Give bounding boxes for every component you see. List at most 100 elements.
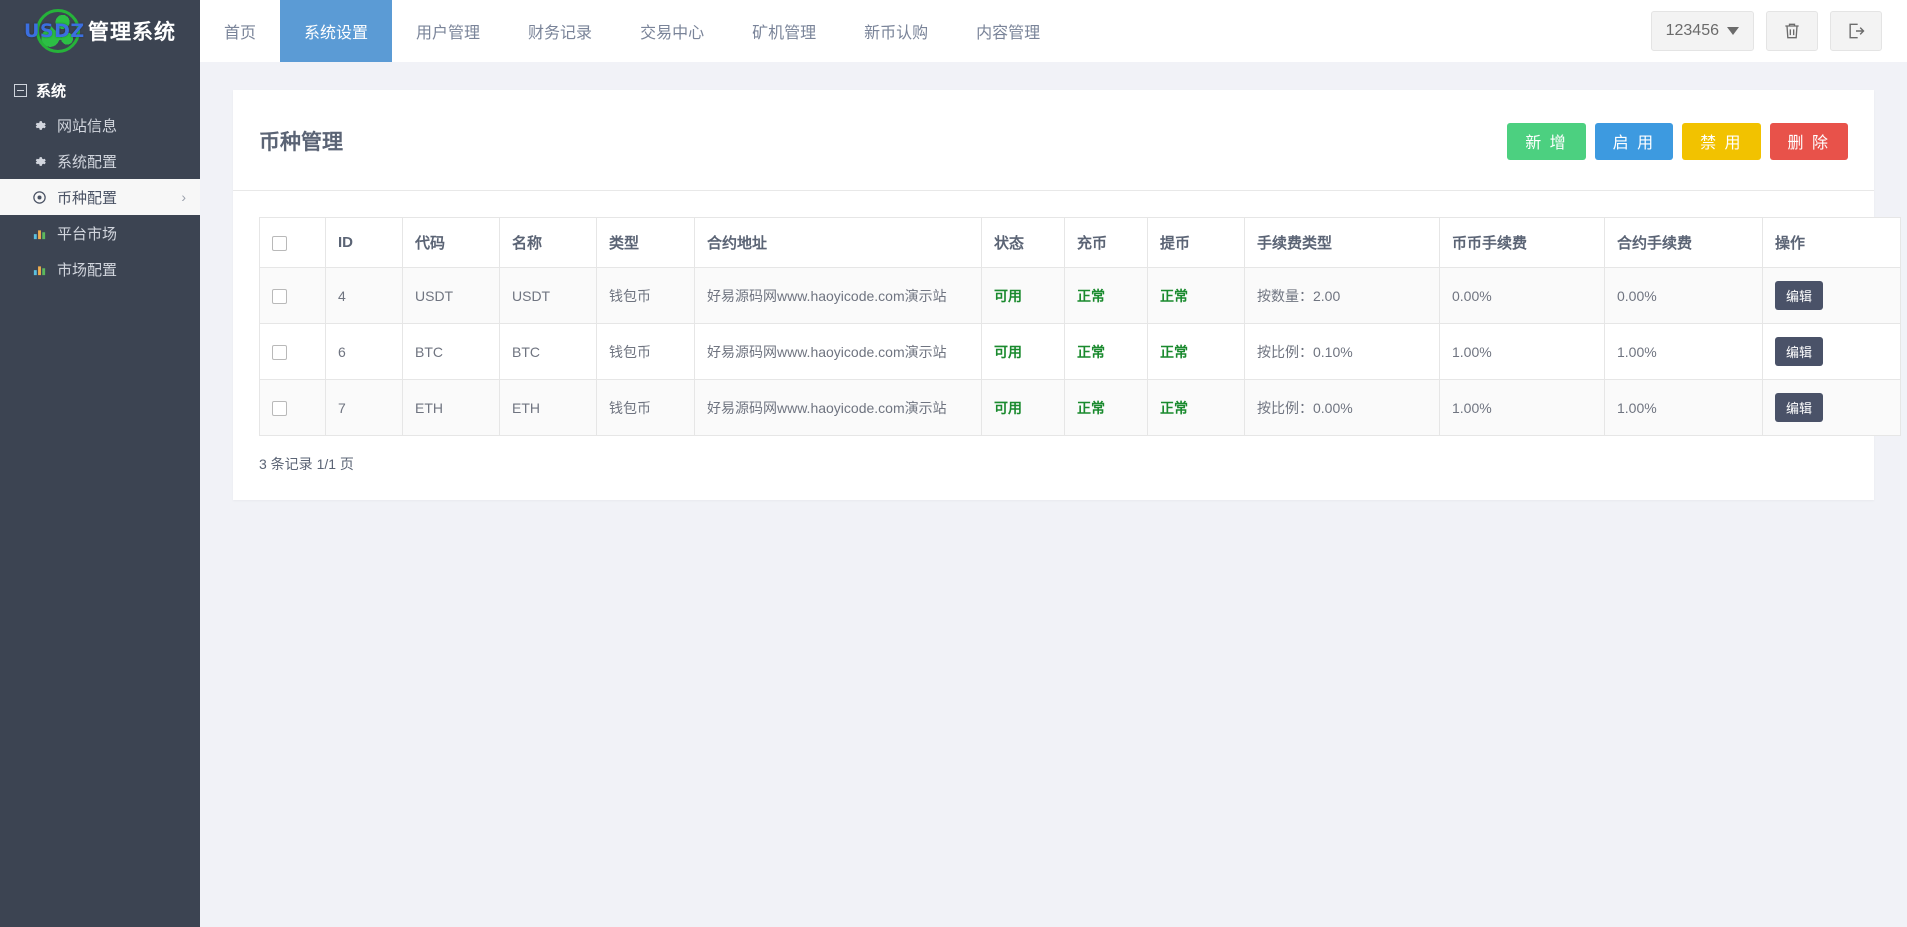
cell-name: BTC <box>499 323 597 381</box>
cell-withdraw: 正常 <box>1147 379 1245 437</box>
action-button-1[interactable]: 启 用 <box>1594 122 1674 160</box>
action-button-0[interactable]: 新 增 <box>1507 122 1586 160</box>
nav-item-6[interactable]: 新币认购 <box>840 0 952 62</box>
cell-spot_fee: 0.00% <box>1439 267 1605 325</box>
cell-action: 编辑 <box>1762 323 1901 381</box>
chevron-down-icon <box>1727 27 1739 35</box>
sidebar-group-label: 系统 <box>36 83 67 100</box>
currency-management-card: 币种管理 新 增启 用禁 用删 除 ID 代码 名称 类型 合约地址 状态 充币 提币 手续费类… <box>233 90 1901 501</box>
main-content: 币种管理 新 增启 用禁 用删 除 ID 代码 名称 类型 合约地址 状态 充币 提币 手续费类… <box>200 62 1907 927</box>
brand-logo[interactable]: USDZ 管理系统 <box>0 0 200 62</box>
row-checkbox[interactable] <box>272 289 287 305</box>
cell-action: 编辑 <box>1762 267 1901 325</box>
cell-id: 6 <box>325 323 403 381</box>
edit-button[interactable]: 编辑 <box>1775 337 1824 367</box>
nav-item-7[interactable]: 内容管理 <box>952 0 1064 62</box>
trash-button[interactable] <box>1766 11 1818 51</box>
collapse-icon[interactable] <box>14 84 27 97</box>
primary-nav: 首页 系统设置 用户管理 财务记录 交易中心 矿机管理 新币认购 内容管理 <box>200 0 1064 62</box>
column-header-2: 代码 <box>402 217 500 269</box>
cell-deposit: 正常 <box>1064 323 1148 381</box>
column-header-7: 充币 <box>1064 217 1148 269</box>
cell-code: BTC <box>402 323 500 381</box>
action-button-2[interactable]: 禁 用 <box>1682 122 1761 160</box>
table-row: 4 USDT USDT 钱包币 好易源码网www.haoyicode.com演示站 可用正… <box>259 267 1901 325</box>
sidebar-item-1[interactable]: 系统配置 <box>0 143 200 179</box>
card-header: 币种管理 新 增启 用禁 用删 除 <box>233 90 1874 192</box>
sidebar-item-0[interactable]: 网站信息 <box>0 107 200 143</box>
cell-deposit: 正常 <box>1064 379 1148 437</box>
sidebar-group-system[interactable]: 系统 <box>0 74 200 107</box>
chart-icon <box>33 265 46 275</box>
cell-name: USDT <box>499 267 597 325</box>
cell-id: 4 <box>325 267 403 325</box>
column-header-10: 币币手续费 <box>1439 217 1605 269</box>
cell-fee_type: 按比例：0.10% <box>1244 323 1440 381</box>
cell-spot_fee: 1.00% <box>1439 379 1605 437</box>
cell-type: 钱包币 <box>596 379 695 437</box>
action-button-3[interactable]: 删 除 <box>1769 122 1848 160</box>
cell-type: 钱包币 <box>596 267 695 325</box>
select-all-header <box>259 217 326 269</box>
row-select-cell <box>259 379 326 437</box>
cell-code: ETH <box>402 379 500 437</box>
globe-logo-icon: USDZ <box>24 8 85 54</box>
nav-item-4[interactable]: 交易中心 <box>616 0 728 62</box>
table-row: 6 BTC BTC 钱包币 好易源码网www.haoyicode.com演示站 可用 正常正… <box>259 323 1901 381</box>
nav-item-0[interactable]: 首页 <box>200 0 280 62</box>
sidebar-item-2[interactable]: 币种配置 › <box>0 179 200 215</box>
nav-item-1[interactable]: 系统设置 <box>280 0 393 62</box>
sidebar-item-label: 网站信息 <box>57 117 118 135</box>
row-checkbox[interactable] <box>272 401 287 417</box>
sidebar: 系统 网站信息系统配置 币种配置 › 平台市场市场配置 <box>0 62 200 927</box>
page-title: 币种管理 <box>259 131 343 155</box>
gear-icon <box>35 120 46 130</box>
sidebar-item-label: 市场配置 <box>57 261 118 279</box>
nav-item-2[interactable]: 用户管理 <box>392 0 504 62</box>
table-row: 7 ETH ETH 钱包币 好易源码网www.haoyicode.com演示站 可用 正常正… <box>259 379 1901 437</box>
sidebar-item-4[interactable]: 市场配置 <box>0 251 200 287</box>
cell-withdraw: 正常 <box>1147 323 1245 381</box>
select-all-checkbox[interactable] <box>272 235 287 251</box>
table-header: ID 代码 名称 类型 合约地址 状态 充币 提币 手续费类型 币币手续费 合约手续费 操作 <box>259 217 1901 269</box>
chart-icon <box>33 229 46 239</box>
logout-button[interactable] <box>1830 11 1882 51</box>
table-container: ID 代码 名称 类型 合约地址 状态 充币 提币 手续费类型 币币手续费 合约手续费 操作 4 USD… <box>233 191 1901 437</box>
cell-status: 可用 <box>981 267 1065 325</box>
account-dropdown[interactable]: 123456 <box>1650 11 1754 51</box>
cell-address: 好易源码网www.haoyicode.com演示站 <box>694 379 982 437</box>
cell-name: ETH <box>499 379 597 437</box>
trash-icon <box>1785 23 1799 39</box>
cell-contract_fee: 1.00% <box>1604 379 1763 437</box>
cell-fee_type: 按比例：0.00% <box>1244 379 1440 437</box>
nav-item-3[interactable]: 财务记录 <box>504 0 616 62</box>
table-body: 4 USDT USDT 钱包币 好易源码网www.haoyicode.com演示站 可用正… <box>259 267 1901 437</box>
cell-id: 7 <box>325 379 403 437</box>
top-bar-right: 123456 <box>1650 0 1907 62</box>
nav-item-5[interactable]: 矿机管理 <box>728 0 840 62</box>
row-checkbox[interactable] <box>272 345 287 361</box>
currency-table: ID 代码 名称 类型 合约地址 状态 充币 提币 手续费类型 币币手续费 合约手续费 操作 4 USD… <box>259 217 1901 437</box>
column-header-5: 合约地址 <box>694 217 982 269</box>
cell-deposit: 正常 <box>1064 267 1148 325</box>
brand-title: 管理系统 <box>88 21 176 44</box>
column-header-11: 合约手续费 <box>1604 217 1763 269</box>
row-select-cell <box>259 267 326 325</box>
sidebar-item-3[interactable]: 平台市场 <box>0 215 200 251</box>
edit-button[interactable]: 编辑 <box>1775 393 1824 423</box>
gear-icon <box>35 156 46 166</box>
cell-withdraw: 正常 <box>1147 267 1245 325</box>
row-select-cell <box>259 323 326 381</box>
top-bar: USDZ 管理系统 首页 系统设置 用户管理 财务记录 交易中心 矿机管理 新币认购 内容管理… <box>0 0 1907 62</box>
logout-icon <box>1849 23 1865 39</box>
cell-address: 好易源码网www.haoyicode.com演示站 <box>694 323 982 381</box>
column-header-6: 状态 <box>981 217 1065 269</box>
cell-code: USDT <box>402 267 500 325</box>
column-header-1: ID <box>325 217 403 269</box>
edit-button[interactable]: 编辑 <box>1775 281 1824 311</box>
cell-type: 钱包币 <box>596 323 695 381</box>
logo-usdz-text: USDZ <box>24 20 85 42</box>
column-header-9: 手续费类型 <box>1244 217 1440 269</box>
action-buttons: 新 增启 用禁 用删 除 <box>1507 122 1848 160</box>
column-header-4: 类型 <box>596 217 695 269</box>
